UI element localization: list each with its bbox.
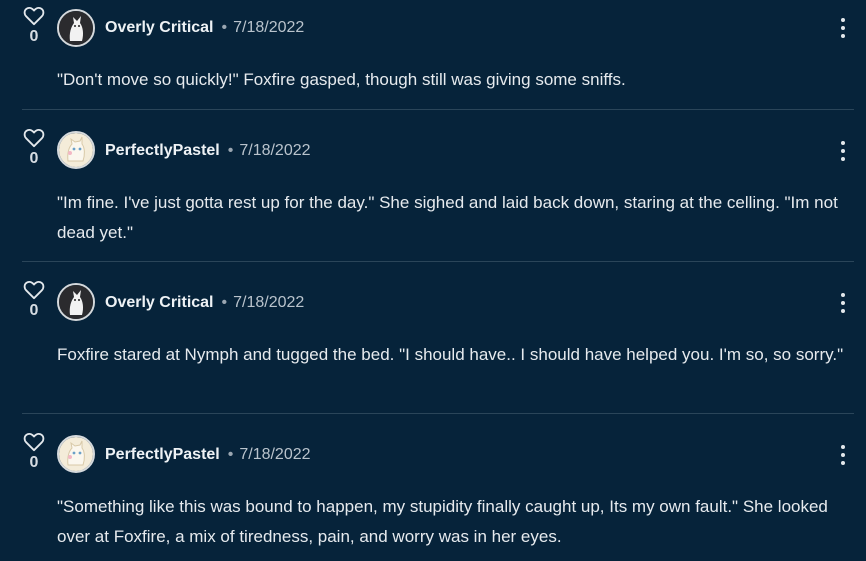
meta-separator: • — [221, 294, 228, 311]
like-count: 0 — [29, 150, 39, 167]
author-name[interactable]: Overly Critical — [105, 19, 214, 36]
like-count: 0 — [29, 28, 39, 45]
comment-text: "Don't move so quickly!" Foxfire gasped,… — [57, 70, 626, 89]
author-name[interactable]: PerfectlyPastel — [105, 446, 220, 463]
pastel-cat-avatar-icon — [59, 437, 93, 471]
meta-separator: • — [227, 142, 234, 159]
comment-meta: PerfectlyPastel • 7/18/2022 — [105, 445, 311, 465]
meta-separator: • — [221, 19, 228, 36]
like-control: 0 — [22, 280, 46, 320]
author-name[interactable]: Overly Critical — [105, 294, 214, 311]
white-fox-avatar-icon — [59, 11, 93, 45]
comment-meta: Overly Critical • 7/18/2022 — [105, 293, 304, 313]
like-control: 0 — [22, 128, 46, 168]
meta-separator: • — [227, 446, 234, 463]
heart-icon[interactable] — [23, 432, 45, 452]
author-name[interactable]: PerfectlyPastel — [105, 142, 220, 159]
divider — [22, 261, 854, 262]
avatar[interactable] — [57, 9, 95, 47]
more-options-icon[interactable] — [832, 18, 854, 44]
comment-text: "Something like this was bound to happen… — [57, 497, 828, 546]
comment-text: "Im fine. I've just gotta rest up for th… — [57, 193, 838, 242]
comment-text: Foxfire stared at Nymph and tugged the b… — [57, 345, 844, 364]
avatar[interactable] — [57, 131, 95, 169]
more-options-icon[interactable] — [832, 293, 854, 319]
divider — [22, 109, 854, 110]
white-fox-avatar-icon — [59, 285, 93, 319]
comment-thread: 0 Overly Critical • 7/18/2022 "Don't move … — [0, 0, 866, 561]
comment-date: 7/18/2022 — [233, 19, 305, 36]
like-count: 0 — [29, 302, 39, 319]
comment-date: 7/18/2022 — [233, 294, 305, 311]
like-control: 0 — [22, 6, 46, 46]
comment-date: 7/18/2022 — [239, 142, 311, 159]
like-count: 0 — [29, 454, 39, 471]
avatar[interactable] — [57, 283, 95, 321]
heart-icon[interactable] — [23, 280, 45, 300]
divider — [22, 413, 854, 414]
heart-icon[interactable] — [23, 6, 45, 26]
more-options-icon[interactable] — [832, 445, 854, 471]
comment-meta: Overly Critical • 7/18/2022 — [105, 18, 304, 38]
comment-date: 7/18/2022 — [239, 446, 311, 463]
pastel-cat-avatar-icon — [59, 133, 93, 167]
avatar[interactable] — [57, 435, 95, 473]
more-options-icon[interactable] — [832, 141, 854, 167]
comment-meta: PerfectlyPastel • 7/18/2022 — [105, 141, 311, 161]
like-control: 0 — [22, 432, 46, 472]
heart-icon[interactable] — [23, 128, 45, 148]
